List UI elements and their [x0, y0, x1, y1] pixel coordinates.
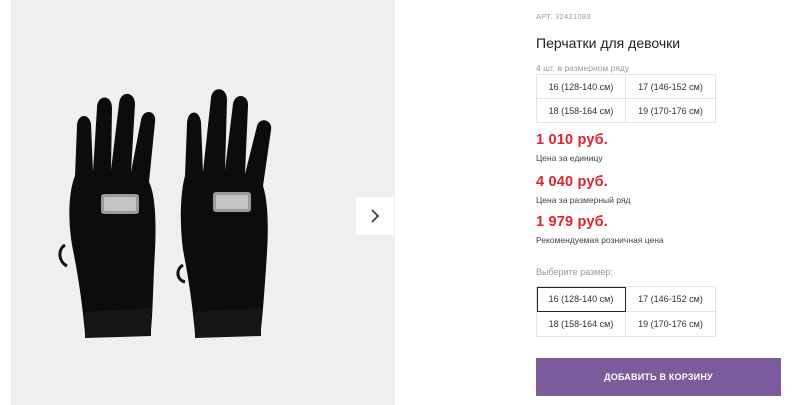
chevron-right-icon	[371, 209, 380, 223]
size-option-17[interactable]: 17 (146-152 см)	[626, 287, 716, 312]
pack-count: 4 шт. в размерном ряду	[536, 63, 630, 73]
pack-price: 4 040 руб.	[536, 174, 609, 190]
product-photo	[58, 89, 272, 338]
product-gallery	[11, 0, 395, 405]
left-glove	[58, 93, 156, 338]
size-select-label: Выберите размер:	[536, 267, 613, 277]
pack-size-cell: 17 (146-152 см)	[626, 75, 716, 99]
pack-size-cell: 19 (170-176 см)	[626, 99, 716, 123]
pack-size-cell: 18 (158-164 см)	[537, 99, 626, 123]
retail-price: 1 979 руб.	[536, 214, 609, 230]
right-glove	[176, 89, 272, 338]
unit-price: 1 010 руб.	[536, 132, 609, 148]
gallery-next-button[interactable]	[356, 197, 394, 235]
size-option-19[interactable]: 19 (170-176 см)	[626, 312, 716, 337]
pack-price-label: Цена за размерный ряд	[536, 195, 631, 205]
product-title: Перчатки для девочки	[536, 35, 681, 51]
product-sku: АРТ. 32421083	[536, 12, 591, 21]
size-option-16[interactable]: 16 (128-140 см)	[537, 287, 626, 312]
unit-price-label: Цена за единицу	[536, 153, 603, 163]
size-selector: 16 (128-140 см) 17 (146-152 см) 18 (158-…	[536, 286, 716, 337]
add-to-cart-button[interactable]: ДОБАВИТЬ В КОРЗИНУ	[536, 358, 781, 396]
size-option-18[interactable]: 18 (158-164 см)	[537, 312, 626, 337]
retail-price-label: Рекомендуемая розничная цена	[536, 235, 664, 245]
pack-size-cell: 16 (128-140 см)	[537, 75, 626, 99]
pack-size-grid: 16 (128-140 см) 17 (146-152 см) 18 (158-…	[536, 74, 716, 123]
